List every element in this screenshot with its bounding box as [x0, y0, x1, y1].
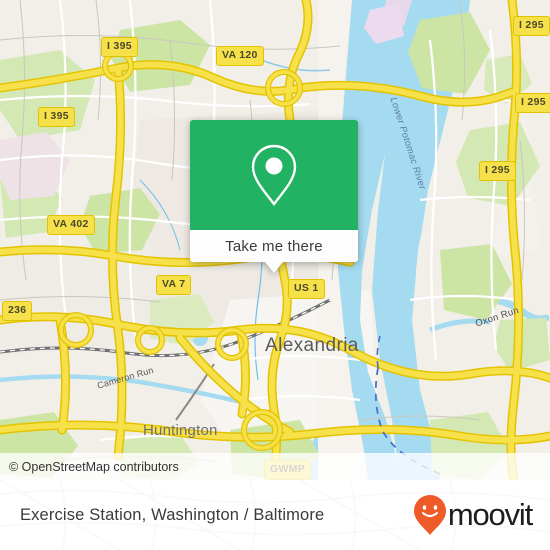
- map-attribution-bar: © OpenStreetMap contributors: [0, 453, 550, 480]
- moovit-pin-smiley-icon: [413, 495, 446, 535]
- osm-attribution-text[interactable]: © OpenStreetMap contributors: [9, 460, 179, 474]
- location-popup-card[interactable]: Take me there: [190, 120, 358, 273]
- take-me-there-label: Take me there: [225, 237, 323, 255]
- map-canvas[interactable]: Alexandria Huntington Lower Potomac Rive…: [0, 0, 550, 480]
- footer-bar: Exercise Station, Washington / Baltimore…: [0, 480, 550, 550]
- popup-header: [190, 120, 358, 230]
- page-title: Exercise Station, Washington / Baltimore: [20, 505, 325, 524]
- moovit-logo[interactable]: moovit: [413, 494, 533, 536]
- map-pin-icon: [251, 144, 297, 206]
- moovit-map-screenshot: Alexandria Huntington Lower Potomac Rive…: [0, 0, 550, 550]
- take-me-there-button[interactable]: Take me there: [190, 230, 358, 262]
- popup-pointer: [265, 262, 283, 273]
- moovit-wordmark: moovit: [447, 497, 533, 532]
